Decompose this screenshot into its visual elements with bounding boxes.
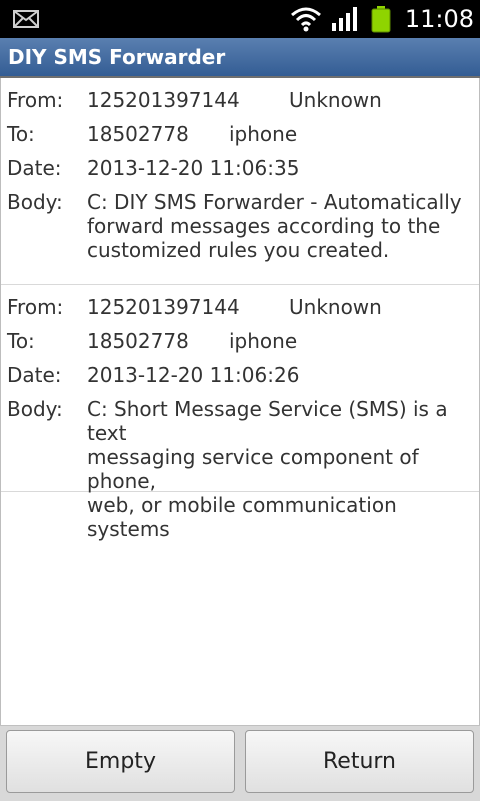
app-title: DIY SMS Forwarder [8,45,226,69]
from-number: 125201397144 [87,88,240,112]
wifi-icon [291,7,321,32]
from-name: Unknown [289,88,382,112]
from-label: From: [7,295,64,319]
body-text: C: Short Message Service (SMS) is a text… [87,397,475,541]
status-time: 11:08 [404,5,474,33]
status-bar: 11:08 [0,0,480,38]
return-button[interactable]: Return [245,730,474,793]
message-item[interactable]: From: 125201397144 Unknown To: 18502778 … [1,285,479,541]
message-item[interactable]: From: 125201397144 Unknown To: 18502778 … [1,78,479,285]
message-list[interactable]: From: 125201397144 Unknown To: 18502778 … [0,78,480,725]
body-line: customized rules you created. [87,238,390,262]
to-number: 18502778 [87,329,189,353]
bottom-button-bar: Empty Return [0,725,480,801]
body-line: C: DIY SMS Forwarder - Automatically [87,190,462,214]
signal-icon [332,7,357,31]
to-label: To: [7,122,35,146]
from-label: From: [7,88,64,112]
date-label: Date: [7,156,62,180]
battery-icon [371,6,391,33]
from-name: Unknown [289,295,382,319]
to-label: To: [7,329,35,353]
body-line: messaging service component of phone, [87,445,419,493]
empty-button[interactable]: Empty [6,730,235,793]
body-text: C: DIY SMS Forwarder - Automatically for… [87,190,475,262]
mail-icon [13,10,39,28]
to-name: iphone [229,122,298,146]
title-bar: DIY SMS Forwarder [0,38,480,78]
from-number: 125201397144 [87,295,240,319]
body-label: Body: [7,190,63,214]
date-value: 2013-12-20 11:06:35 [87,156,300,180]
to-number: 18502778 [87,122,189,146]
to-name: iphone [229,329,298,353]
body-line: web, or mobile communication systems [87,493,397,541]
body-line: C: Short Message Service (SMS) is a text [87,397,448,445]
date-label: Date: [7,363,62,387]
body-line: forward messages according to the [87,214,441,238]
body-label: Body: [7,397,63,421]
date-value: 2013-12-20 11:06:26 [87,363,300,387]
